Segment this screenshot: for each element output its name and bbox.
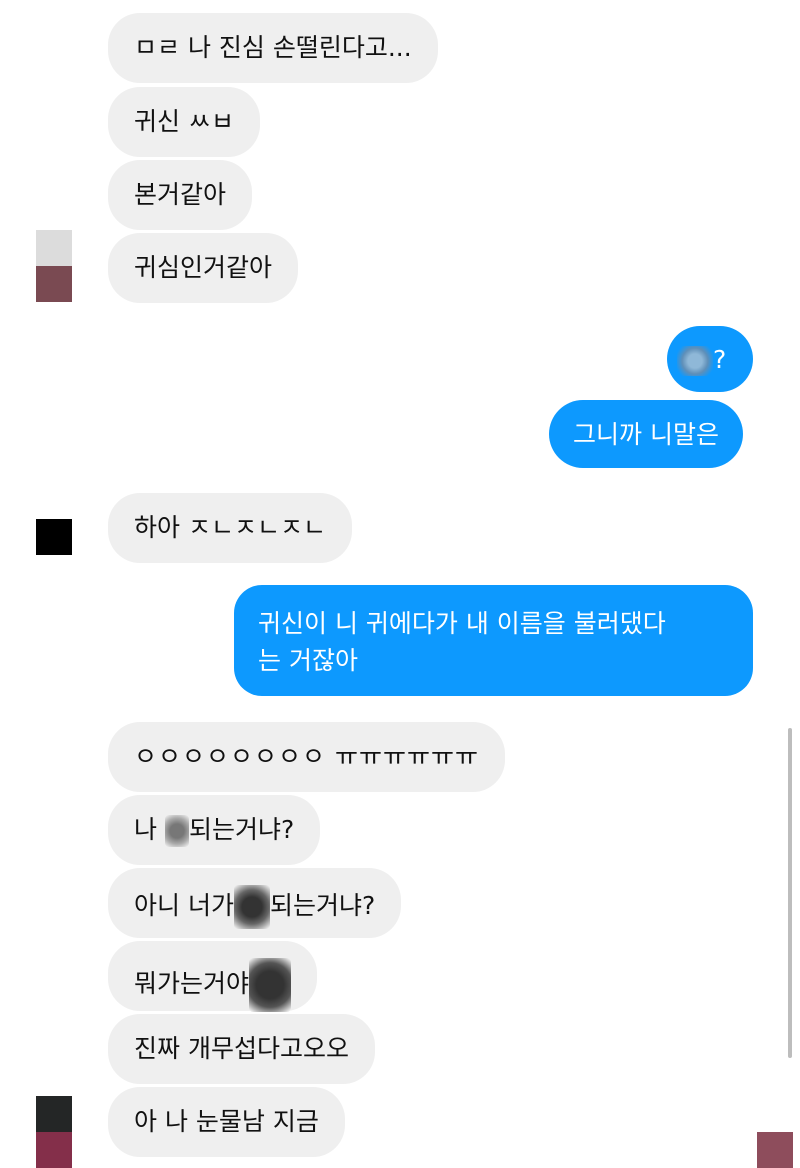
message-text: 아니 너가 [134, 891, 234, 920]
scribble-censor-icon [233, 885, 270, 929]
received-message[interactable]: ㅁㄹ 나 진심 손떨린다고... [108, 13, 438, 83]
message-text: 그니까 니말은 [573, 420, 719, 449]
received-message[interactable]: 하아 ㅈㄴㅈㄴㅈㄴ [108, 493, 352, 563]
message-text: 되는거냐? [188, 815, 295, 844]
scrollbar[interactable] [788, 728, 792, 1058]
received-message[interactable]: 아 나 눈물남 지금 [108, 1087, 345, 1157]
user-avatar-icon[interactable] [757, 1132, 793, 1168]
received-message[interactable]: ㅇㅇㅇㅇㅇㅇㅇㅇ ㅠㅠㅠㅠㅠㅠ [108, 722, 505, 792]
message-text: 나 [134, 815, 165, 844]
message-text: ㅇㅇㅇㅇㅇㅇㅇㅇ ㅠㅠㅠㅠㅠㅠ [134, 742, 479, 771]
message-text: 되는거냐? [269, 891, 376, 920]
sender-avatar[interactable] [36, 519, 72, 555]
received-message[interactable]: 아니 너가 되는거냐? [108, 868, 402, 938]
received-message[interactable]: 나 되는거냐? [108, 795, 321, 865]
message-text: 귀심인거같아 [134, 253, 273, 282]
received-message[interactable]: 본거같아 [108, 160, 253, 230]
sender-avatar[interactable] [36, 1096, 72, 1168]
message-text: 귀신 ㅆㅂ [134, 107, 234, 136]
message-text: 하아 ㅈㄴㅈㄴㅈㄴ [134, 513, 326, 542]
scribble-censor-icon [677, 346, 713, 376]
message-text: 본거같아 [134, 180, 227, 209]
message-text-line: 귀신이 니 귀에다가 내 이름을 불러댔다 [258, 609, 666, 638]
sent-message[interactable]: 그니까 니말은 [549, 400, 743, 468]
message-text-line: 는 거잖아 [258, 646, 358, 675]
sent-message[interactable]: 귀신이 니 귀에다가 내 이름을 불러댔다 는 거잖아 [234, 585, 753, 696]
received-message[interactable]: 뭐가는거야 [108, 941, 318, 1012]
message-text: 진짜 개무섭다고오오 [134, 1034, 349, 1063]
scribble-censor-icon [249, 958, 292, 1012]
received-message[interactable]: 귀신 ㅆㅂ [108, 87, 260, 157]
scribble-censor-icon [164, 815, 189, 847]
sent-message[interactable]: ? [667, 326, 753, 392]
received-message[interactable]: 귀심인거같아 [108, 233, 299, 303]
sender-avatar[interactable] [36, 230, 72, 302]
message-text: 뭐가는거야 [134, 969, 250, 998]
message-text: ㅁㄹ 나 진심 손떨린다고... [134, 33, 412, 62]
message-text: 아 나 눈물남 지금 [134, 1107, 319, 1136]
received-message[interactable]: 진짜 개무섭다고오오 [108, 1014, 375, 1084]
message-text: ? [713, 345, 727, 374]
